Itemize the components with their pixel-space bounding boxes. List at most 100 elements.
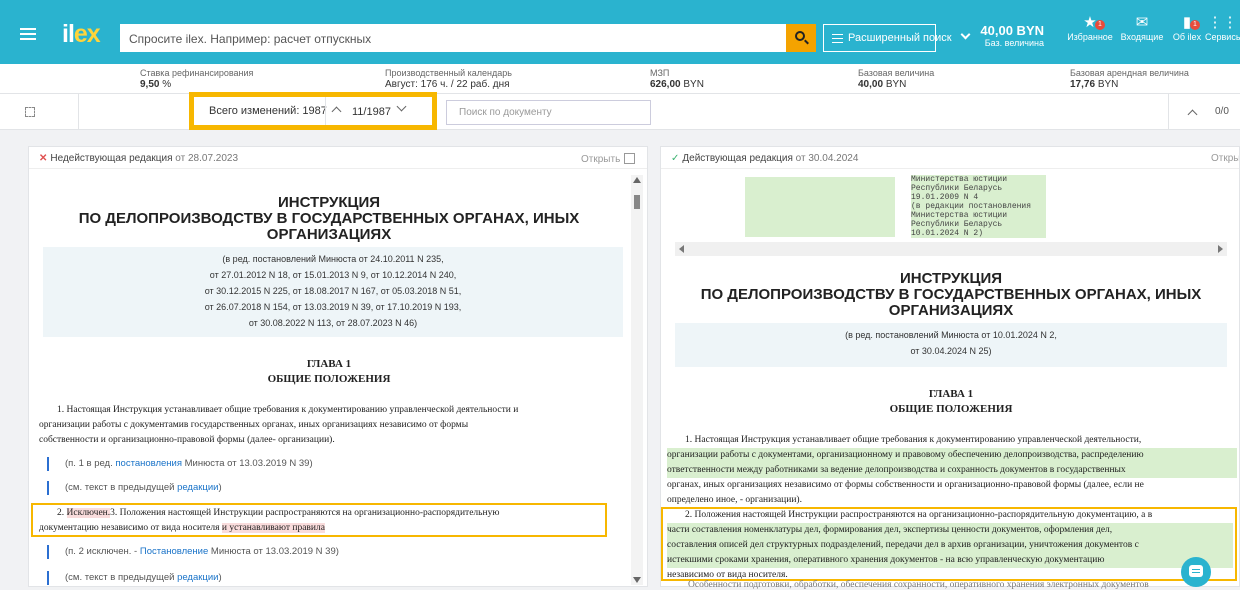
info-label: Производственный календарь bbox=[385, 68, 512, 78]
edition-line[interactable]: (в ред. постановлений Минюста от 10.01.2… bbox=[675, 327, 1227, 343]
left-open-button[interactable]: Открыть bbox=[581, 153, 636, 165]
info-value: 9,50 bbox=[140, 79, 160, 90]
nav-inbox-label: Входящие bbox=[1120, 32, 1164, 42]
left-ref-4: (см. текст в предыдущей редакции) bbox=[29, 571, 222, 585]
nav-favorites[interactable]: ★ 1 Избранное bbox=[1065, 14, 1115, 42]
advanced-search-button[interactable]: Расширенный поиск bbox=[823, 24, 952, 52]
info-label: Базовая величина bbox=[858, 68, 935, 78]
chapter-number: ГЛАВА 1 bbox=[306, 358, 352, 370]
star-icon: ★ 1 bbox=[1065, 14, 1115, 32]
search-input[interactable]: Спросите ilex. Например: расчет отпускны… bbox=[120, 24, 788, 52]
scroll-up-icon[interactable] bbox=[633, 177, 641, 183]
edition-line[interactable]: от 30.04.2024 N 25) bbox=[675, 343, 1227, 359]
chapter-title: ОБЩИЕ ПОЛОЖЕНИЯ bbox=[889, 403, 1013, 415]
nav-about[interactable]: ▮ 1 Об ilex bbox=[1170, 14, 1204, 42]
mono-line: Республики Беларусь bbox=[911, 220, 1046, 229]
right-open-button[interactable]: Открыть bbox=[1211, 153, 1240, 164]
chevron-up-icon bbox=[1187, 109, 1198, 120]
info-production-calendar[interactable]: Производственный календарь Август: 176 ч… bbox=[385, 68, 512, 90]
ref-link[interactable]: редакции bbox=[177, 572, 218, 583]
open-label: Открыть bbox=[581, 154, 621, 165]
info-unit: BYN bbox=[885, 79, 907, 90]
info-value: 626,00 bbox=[650, 79, 681, 90]
title-line: ИНСТРУКЦИЯ bbox=[899, 270, 1003, 287]
grid-icon: ⋮⋮ bbox=[1207, 14, 1238, 31]
edition-line[interactable]: от 27.01.2012 N 18, от 15.01.2013 N 9, о… bbox=[43, 267, 623, 283]
info-base-value[interactable]: Базовая величина 40,00 BYN bbox=[858, 68, 934, 90]
ref-bar bbox=[47, 457, 49, 471]
left-document-panel[interactable]: ✕ Недействующая редакция от 28.07.2023 От… bbox=[28, 146, 648, 587]
text-line: 1. Настоящая Инструкция устанавливает об… bbox=[57, 405, 519, 415]
base-value-label: Баз. величина bbox=[984, 38, 1044, 48]
ref-text: Минюста от 13.03.2019 N 39) bbox=[181, 458, 313, 469]
menu-icon[interactable] bbox=[20, 28, 36, 40]
left-ref-1: (п. 1 в ред. постановления Минюста от 13… bbox=[29, 457, 313, 471]
fullscreen-icon[interactable] bbox=[25, 107, 35, 117]
nav-favorites-label: Избранное bbox=[1067, 32, 1113, 42]
chapter-number: ГЛАВА 1 bbox=[928, 388, 974, 400]
scroll-down-icon[interactable] bbox=[633, 577, 641, 583]
info-refinancing-rate[interactable]: Ставка рефинансирования 9,50 % bbox=[140, 68, 253, 90]
edition-line[interactable]: от 30.08.2022 N 113, от 28.07.2023 N 46) bbox=[43, 315, 623, 331]
right-panel-header: ✓ Действующая редакция от 30.04.2024 bbox=[661, 147, 1239, 169]
mail-icon: ✉ bbox=[1135, 14, 1149, 31]
text-line: органах, иных организациях независимо от… bbox=[667, 480, 1144, 490]
left-scrollbar[interactable] bbox=[631, 175, 643, 585]
nav-about-label: Об ilex bbox=[1172, 32, 1202, 42]
scroll-thumb[interactable] bbox=[634, 195, 640, 209]
info-bar: Ставка рефинансирования 9,50 % Производс… bbox=[0, 64, 1240, 94]
match-count: 0/0 bbox=[1215, 106, 1229, 117]
right-paragraph-2: 2. Положения настоящей Инструкции распро… bbox=[667, 508, 1233, 583]
open-label: Открыть bbox=[1211, 153, 1240, 164]
prev-match-button[interactable] bbox=[1186, 103, 1200, 123]
info-unit: BYN bbox=[1097, 79, 1119, 90]
ref-bar bbox=[47, 571, 49, 585]
info-label: МЗП bbox=[650, 68, 670, 78]
text-line: составления описей дел структурных подра… bbox=[667, 538, 1233, 553]
right-document-panel[interactable]: ✓ Действующая редакция от 30.04.2024 Откр… bbox=[660, 146, 1240, 587]
edition-line[interactable]: от 30.12.2015 N 225, от 18.08.2017 N 167… bbox=[43, 283, 623, 299]
scroll-left-icon[interactable] bbox=[679, 245, 684, 253]
text-line: определено иное, - организации). bbox=[667, 495, 802, 505]
search-button[interactable] bbox=[786, 24, 816, 52]
base-value-widget[interactable]: 40,00 BYN Баз. величина bbox=[974, 23, 1044, 48]
edition-line[interactable]: от 26.07.2018 N 154, от 13.03.2019 N 39,… bbox=[43, 299, 623, 315]
ref-link[interactable]: Постановление bbox=[140, 546, 208, 557]
scroll-right-icon[interactable] bbox=[1218, 245, 1223, 253]
info-unit: % bbox=[162, 79, 172, 90]
horizontal-scrollbar[interactable] bbox=[675, 242, 1227, 256]
text-line: 1. Настоящая Инструкция устанавливает об… bbox=[685, 435, 1142, 445]
info-base-rent[interactable]: Базовая арендная величина 17,76 BYN bbox=[1070, 68, 1189, 90]
deleted-text: Исключен. bbox=[66, 508, 111, 518]
edition-line[interactable]: (в ред. постановлений Минюста от 24.10.2… bbox=[43, 251, 623, 267]
info-label: Базовая арендная величина bbox=[1070, 68, 1189, 78]
mono-line: Министерства юстиции bbox=[911, 211, 1046, 220]
chevron-down-icon[interactable] bbox=[960, 29, 971, 40]
nav-services[interactable]: ⋮⋮ Сервисы bbox=[1205, 14, 1240, 42]
title-line: ИНСТРУКЦИЯ bbox=[277, 194, 381, 211]
mono-line: (в редакции постановления bbox=[911, 202, 1046, 211]
chat-button[interactable] bbox=[1181, 557, 1211, 587]
text-part: 3. Положения настоящей Инструкции распро… bbox=[110, 508, 500, 518]
left-editions: (в ред. постановлений Минюста от 24.10.2… bbox=[43, 247, 623, 337]
compare-toolbar: Всего изменений: 1987 11/1987 Поиск по д… bbox=[0, 94, 1240, 130]
deleted-text: и устанавливают правила bbox=[221, 523, 325, 533]
text-part: 2. bbox=[57, 508, 67, 518]
changes-highlight-frame bbox=[189, 92, 437, 130]
ref-link[interactable]: редакции bbox=[177, 482, 218, 493]
search-icon-handle bbox=[804, 39, 809, 45]
doc-search-input[interactable]: Поиск по документу bbox=[446, 100, 651, 125]
title-line: ОРГАНИЗАЦИЯХ bbox=[888, 302, 1014, 319]
right-date: от 30.04.2024 bbox=[795, 153, 859, 164]
nav-inbox[interactable]: ✉ Входящие bbox=[1117, 14, 1167, 42]
title-line: ОРГАНИЗАЦИЯХ bbox=[266, 226, 392, 243]
right-paragraph-3-fade: Особенности подготовки, обработки, обесп… bbox=[688, 580, 1149, 590]
mono-line: Министерства юстиции bbox=[911, 175, 1046, 184]
ref-link[interactable]: постановления bbox=[115, 458, 182, 469]
ref-text: (п. 2 исключен. - bbox=[65, 546, 140, 557]
info-min-wage[interactable]: МЗП 626,00 BYN bbox=[650, 68, 704, 90]
title-line: ПО ДЕЛОПРОИЗВОДСТВУ В ГОСУДАРСТВЕННЫХ ОР… bbox=[700, 286, 1202, 303]
text-line: собственности и организационно-правовой … bbox=[39, 435, 335, 445]
text-line: части составления номенклатуры дел, форм… bbox=[667, 523, 1233, 538]
logo[interactable]: ilex bbox=[62, 20, 101, 49]
